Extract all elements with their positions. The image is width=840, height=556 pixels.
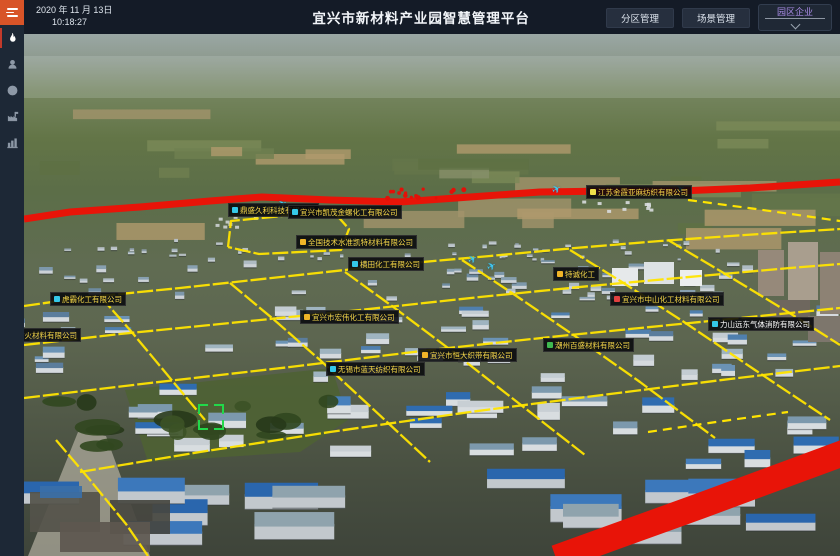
company-marker-icon [614, 296, 620, 302]
chevron-down-icon [790, 20, 800, 30]
company-label[interactable]: 江苏金霞亚麻纺织有限公司 [586, 185, 692, 199]
company-marker-icon [422, 352, 428, 358]
datetime: 2020 年 11 月 13日 10:18:27 [36, 4, 112, 28]
dropdown-label: 园区企业 [777, 6, 813, 18]
company-marker-icon [352, 261, 358, 267]
company-label-text: 无锡市蓝天纺织有限公司 [338, 364, 421, 375]
header-actions: 分区管理 场景管理 园区企业 [606, 4, 832, 31]
company-label-text: 宜兴市宏伟化工有限公司 [312, 312, 395, 323]
company-label[interactable]: 宜兴市中山化工材料有限公司 [610, 292, 724, 306]
company-label[interactable]: 宜兴市宏伟化工有限公司 [300, 310, 399, 324]
company-label[interactable]: 宜兴市恒大织带有限公司 [418, 348, 517, 362]
company-label-text: 力山远东气体消防有限公司 [720, 319, 810, 330]
company-label-text: 特诚化工 [565, 269, 595, 280]
company-label-text: 横田化工有限公司 [360, 259, 420, 270]
user-icon [6, 58, 19, 71]
power-icon [6, 84, 19, 97]
company-label[interactable]: 全国技术水准凯特材料有限公司 [296, 235, 417, 249]
company-marker-icon [330, 366, 336, 372]
company-label[interactable]: 力山远东气体消防有限公司 [708, 317, 814, 331]
company-label-text: 宜兴防火材料有限公司 [24, 330, 77, 341]
flame-icon [6, 32, 19, 45]
company-marker-icon [54, 296, 60, 302]
company-label[interactable]: 潮州百盛材料有限公司 [543, 338, 634, 352]
company-label-text: 宜兴市恒大织带有限公司 [430, 350, 513, 361]
company-label-text: 宜兴市凯茂金螺化工有限公司 [300, 207, 398, 218]
sidebar-item-user[interactable] [0, 51, 24, 77]
company-marker-icon [590, 189, 596, 195]
sidebar-item-fire[interactable] [0, 25, 24, 51]
header-bar: 2020 年 11 月 13日 10:18:27 宜兴市新材料产业园智慧管理平台… [24, 0, 840, 34]
company-marker-icon [557, 271, 563, 277]
scene-management-button[interactable]: 场景管理 [682, 8, 750, 28]
company-marker-icon [304, 314, 310, 320]
zone-management-button[interactable]: 分区管理 [606, 8, 674, 28]
company-label[interactable]: 虎霸化工有限公司 [50, 292, 126, 306]
company-label[interactable]: 宜兴市凯茂金螺化工有限公司 [288, 205, 402, 219]
company-label-text: 潮州百盛材料有限公司 [555, 340, 630, 351]
company-marker-icon [232, 207, 238, 213]
menu-icon[interactable] [0, 0, 24, 25]
sidebar-item-stats[interactable] [0, 129, 24, 155]
company-label[interactable]: 无锡市蓝天纺织有限公司 [326, 362, 425, 376]
time-text: 10:18:27 [52, 16, 112, 28]
sidebar [0, 0, 24, 556]
sidebar-item-factory[interactable] [0, 103, 24, 129]
company-label[interactable]: 宜兴防火材料有限公司 [24, 328, 81, 342]
sidebar-item-power[interactable] [0, 77, 24, 103]
company-label-text: 江苏金霞亚麻纺织有限公司 [598, 187, 688, 198]
company-marker-icon [547, 342, 553, 348]
factory-icon [6, 110, 19, 123]
company-label[interactable]: 特诚化工 [553, 267, 599, 281]
company-marker-icon [292, 209, 298, 215]
selection-brackets [198, 404, 224, 430]
company-marker-icon [300, 239, 306, 245]
company-label-text: 全国技术水准凯特材料有限公司 [308, 237, 413, 248]
page-title: 宜兴市新材料产业园智慧管理平台 [312, 7, 530, 27]
company-label[interactable]: 横田化工有限公司 [348, 257, 424, 271]
app-window: 2020 年 11 月 13日 10:18:27 宜兴市新材料产业园智慧管理平台… [0, 0, 840, 556]
company-label-text: 宜兴市中山化工材料有限公司 [622, 294, 720, 305]
company-label-text: 虎霸化工有限公司 [62, 294, 122, 305]
date-text: 2020 年 11 月 13日 [36, 4, 112, 16]
map-3d-view[interactable]: ✈✈✈✈✈ 鼎盛久利科技有限公司宜兴市凯茂金螺化工有限公司全国技术水准凯特材料有… [24, 34, 840, 556]
company-marker-icon [712, 321, 718, 327]
park-enterprise-dropdown[interactable]: 园区企业 [758, 4, 832, 31]
chart-icon [6, 136, 19, 149]
